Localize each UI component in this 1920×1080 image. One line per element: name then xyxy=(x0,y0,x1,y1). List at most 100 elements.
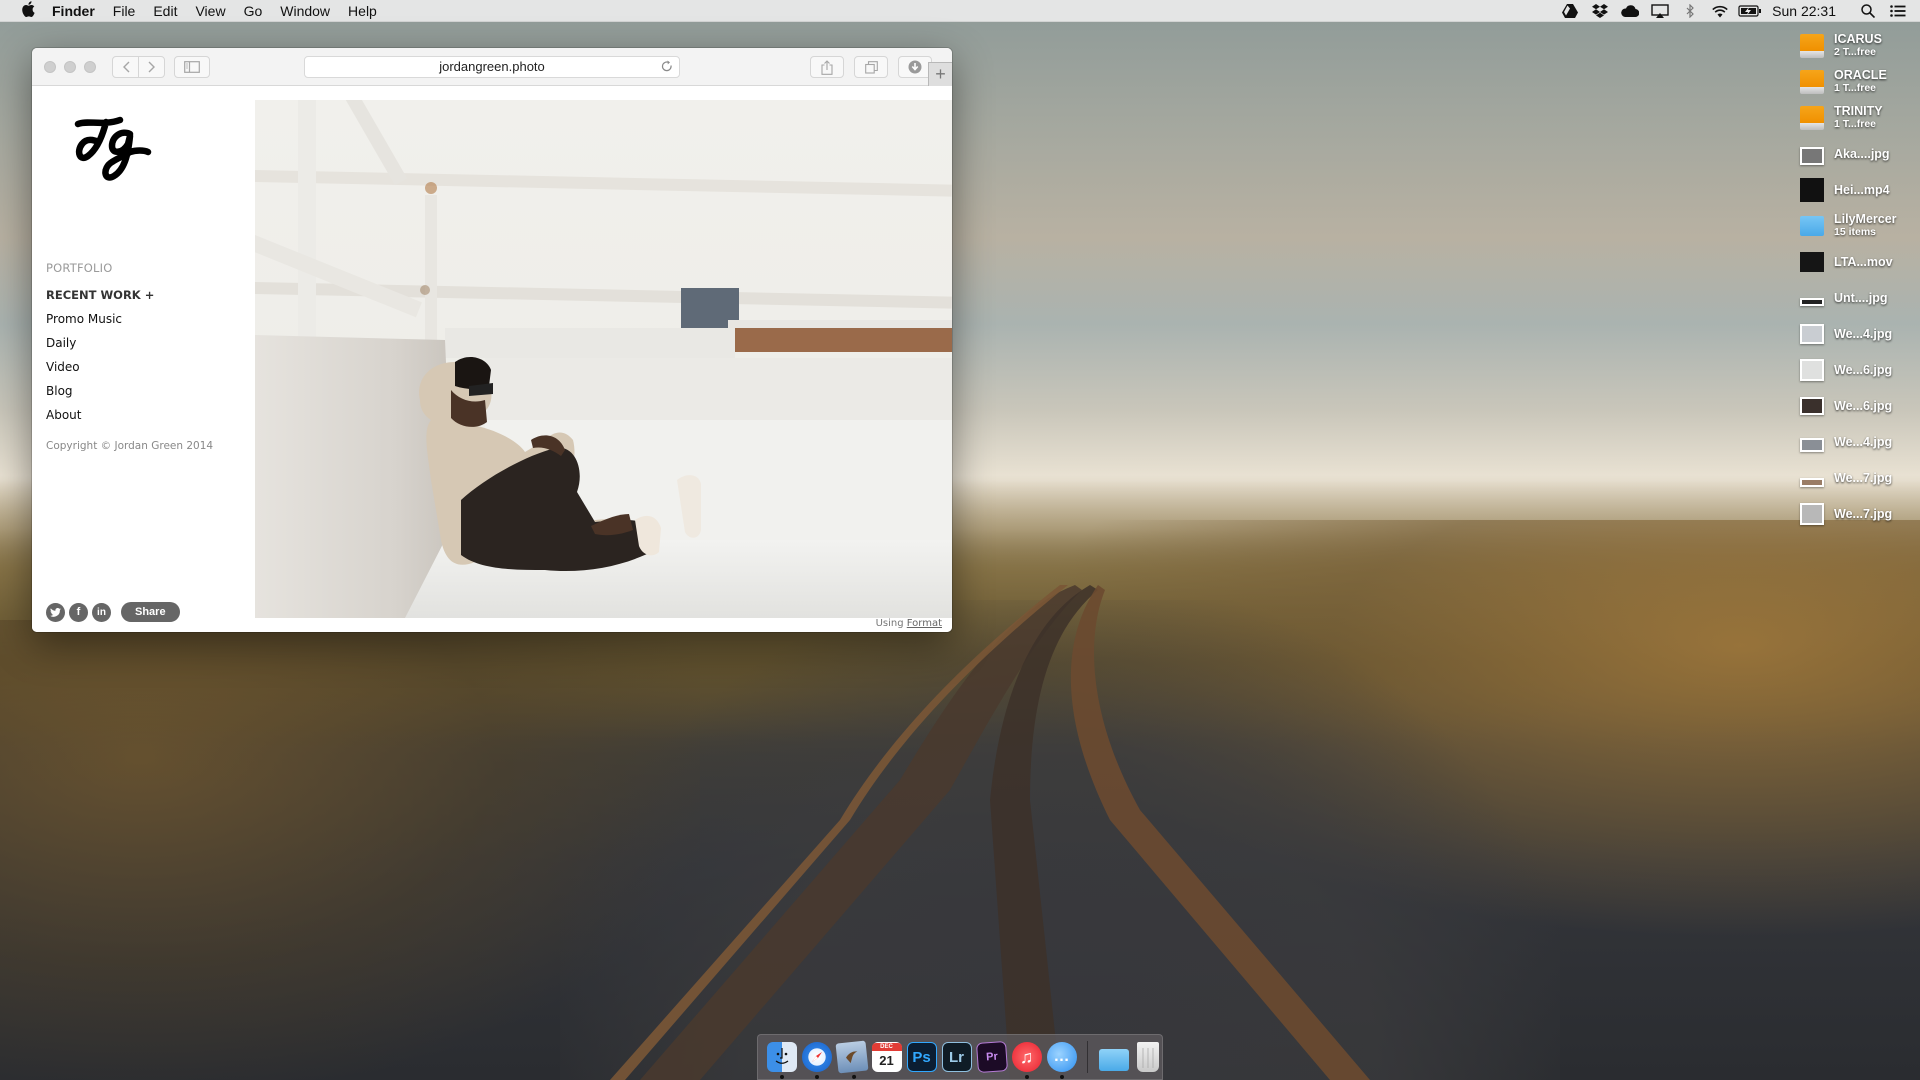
bluetooth-icon[interactable] xyxy=(1678,0,1702,22)
dock-finder[interactable] xyxy=(766,1042,797,1079)
menu-bar-clock[interactable]: Sun 22:31 xyxy=(1772,3,1836,19)
desktop-file[interactable]: Aka....jpg xyxy=(1800,136,1912,172)
dock-itunes[interactable]: ♫ xyxy=(1011,1042,1042,1079)
share-site-button[interactable]: Share xyxy=(121,602,180,622)
desktop-file[interactable]: We...7.jpg xyxy=(1800,460,1912,496)
new-tab-button[interactable]: + xyxy=(928,62,952,88)
menu-help[interactable]: Help xyxy=(348,3,377,19)
image-thumbnail-icon xyxy=(1800,324,1824,344)
linkedin-icon: in xyxy=(97,606,106,618)
address-bar[interactable]: jordangreen.photo xyxy=(304,56,680,78)
desktop-file[interactable]: We...4.jpg xyxy=(1800,316,1912,352)
menu-edit[interactable]: Edit xyxy=(153,3,177,19)
nav-link-about[interactable]: About xyxy=(46,408,154,422)
image-thumbnail-icon xyxy=(1800,503,1824,525)
menu-go[interactable]: Go xyxy=(244,3,263,19)
dock-photoshop[interactable]: Ps xyxy=(906,1042,937,1072)
desktop-icons: ICARUS 2 T...free ORACLE 1 T...free TRINIT… xyxy=(1800,28,1912,532)
desktop-file[interactable]: We...6.jpg xyxy=(1800,388,1912,424)
item-name: ORACLE xyxy=(1834,68,1887,82)
dropbox-icon[interactable] xyxy=(1588,0,1612,22)
jg-monogram-icon xyxy=(74,116,152,181)
image-thumbnail-icon xyxy=(1800,298,1824,306)
nav-portfolio-header[interactable]: PORTFOLIO xyxy=(46,261,154,275)
running-indicator xyxy=(1024,1075,1029,1079)
downloads-button[interactable] xyxy=(898,56,932,78)
desktop-file[interactable]: We...7.jpg xyxy=(1800,496,1912,532)
sidebar-button[interactable] xyxy=(174,56,210,78)
item-sub: 1 T...free xyxy=(1834,118,1877,130)
copyright-text: Copyright © Jordan Green 2014 xyxy=(46,440,214,452)
battery-charging-icon[interactable] xyxy=(1738,0,1762,22)
dock: DEC 21 Ps Lr Pr ♫ … xyxy=(757,1034,1163,1080)
menu-file[interactable]: File xyxy=(113,3,136,19)
item-name: Hei...mp4 xyxy=(1834,182,1890,197)
mail-icon xyxy=(845,1051,857,1064)
dock-safari[interactable] xyxy=(801,1042,832,1079)
show-all-tabs-button[interactable] xyxy=(854,56,888,78)
nav-link-promo-music[interactable]: Promo Music xyxy=(46,312,154,326)
minimize-button[interactable] xyxy=(64,61,76,73)
nav-link-video[interactable]: Video xyxy=(46,360,154,374)
zoom-button[interactable] xyxy=(84,61,96,73)
twitter-button[interactable] xyxy=(46,602,65,622)
browser-toolbar: jordangreen.photo + xyxy=(32,48,952,88)
web-page: PORTFOLIO RECENT WORK + Promo Music Dail… xyxy=(32,86,952,632)
site-navigation: PORTFOLIO RECENT WORK + Promo Music Dail… xyxy=(46,261,154,432)
dock-calendar[interactable]: DEC 21 xyxy=(871,1042,902,1072)
item-sub: 2 T...free xyxy=(1834,46,1877,58)
back-button[interactable] xyxy=(112,56,139,78)
menu-window[interactable]: Window xyxy=(280,3,330,19)
airplay-icon[interactable] xyxy=(1648,0,1672,22)
video-thumbnail-icon xyxy=(1800,252,1824,272)
forward-button[interactable] xyxy=(138,56,165,78)
running-indicator xyxy=(851,1074,856,1080)
menu-finder[interactable]: Finder xyxy=(52,3,95,19)
facebook-button[interactable]: f xyxy=(69,602,88,622)
desktop-folder[interactable]: LilyMercer 15 items xyxy=(1800,208,1912,244)
share-button[interactable] xyxy=(810,56,844,78)
item-name: We...4.jpg xyxy=(1834,326,1893,341)
portrait-photo xyxy=(255,100,952,618)
desktop-file[interactable]: We...6.jpg xyxy=(1800,352,1912,388)
dock-messages[interactable]: … xyxy=(1046,1042,1077,1079)
menu-view[interactable]: View xyxy=(195,3,225,19)
folder-icon xyxy=(1800,216,1824,236)
dock-premiere[interactable]: Pr xyxy=(975,1040,1008,1074)
desktop-drive-trinity[interactable]: TRINITY 1 T...free xyxy=(1800,100,1912,136)
wifi-icon[interactable] xyxy=(1708,0,1732,22)
dock-mail[interactable] xyxy=(835,1040,868,1080)
spotlight-search-icon[interactable] xyxy=(1856,0,1880,22)
desktop-drive-oracle[interactable]: ORACLE 1 T...free xyxy=(1800,64,1912,100)
safari-window: jordangreen.photo + PORTFOLIO RECENT WOR… xyxy=(32,48,952,632)
running-indicator xyxy=(814,1075,819,1079)
featured-photo[interactable] xyxy=(255,100,952,618)
desktop-drive-icarus[interactable]: ICARUS 2 T...free xyxy=(1800,28,1912,64)
apple-menu-icon[interactable] xyxy=(18,0,38,21)
icloud-icon[interactable] xyxy=(1618,0,1642,22)
site-logo[interactable] xyxy=(68,112,168,202)
share-icon xyxy=(821,59,833,75)
notification-center-icon[interactable] xyxy=(1886,0,1910,22)
lightroom-icon: Lr xyxy=(949,1048,964,1066)
wallpaper-gravel xyxy=(560,600,1560,1080)
desktop-file[interactable]: Unt....jpg xyxy=(1800,280,1912,316)
format-link[interactable]: Format xyxy=(907,618,942,629)
dock-documents-stack[interactable] xyxy=(1098,1049,1129,1071)
close-button[interactable] xyxy=(44,61,56,73)
image-thumbnail-icon xyxy=(1800,359,1824,381)
desktop-file[interactable]: We...4.jpg xyxy=(1800,424,1912,460)
nav-link-blog[interactable]: Blog xyxy=(46,384,154,398)
google-drive-icon[interactable] xyxy=(1558,0,1582,22)
dock-lightroom[interactable]: Lr xyxy=(941,1042,972,1072)
reload-button[interactable] xyxy=(661,58,673,78)
nav-recent-work[interactable]: RECENT WORK + xyxy=(46,288,154,302)
dock-trash[interactable] xyxy=(1137,1042,1159,1072)
item-name: We...7.jpg xyxy=(1834,470,1893,485)
social-links: f in Share xyxy=(46,602,180,622)
desktop-file[interactable]: Hei...mp4 xyxy=(1800,172,1912,208)
forward-icon xyxy=(148,61,155,73)
desktop-file[interactable]: LTA...mov xyxy=(1800,244,1912,280)
linkedin-button[interactable]: in xyxy=(92,602,111,622)
nav-link-daily[interactable]: Daily xyxy=(46,336,154,350)
